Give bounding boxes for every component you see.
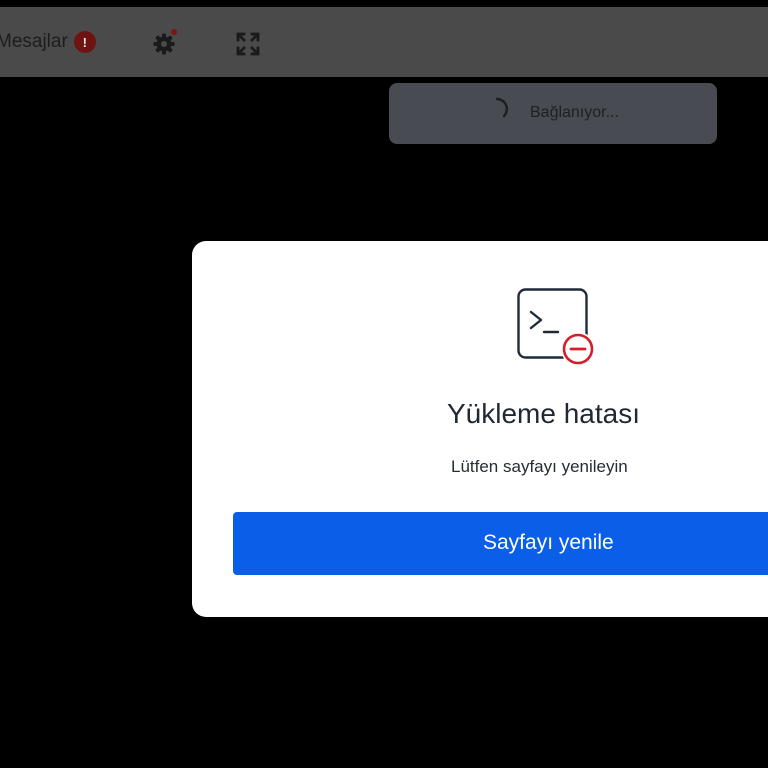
messages-label: Mesajlar xyxy=(0,31,68,52)
messages-badge: ! xyxy=(73,31,96,53)
expand-icon[interactable] xyxy=(235,31,261,57)
settings-notification-dot xyxy=(171,29,177,35)
dialog-subtitle: Lütfen sayfayı yenileyin xyxy=(451,457,628,476)
terminal-error-icon xyxy=(517,288,597,368)
top-toolbar: Mesajlar ! xyxy=(0,7,768,77)
dialog-title: Yükleme hatası xyxy=(447,398,640,429)
messages-button[interactable]: Mesajlar ! xyxy=(0,31,96,53)
reload-page-button[interactable]: Sayfayı yenile xyxy=(233,512,768,575)
connecting-text: Bağlanıyor... xyxy=(530,104,619,121)
loading-spinner-icon xyxy=(484,96,510,122)
gear-icon[interactable] xyxy=(152,29,178,57)
reload-button-label: Sayfayı yenile xyxy=(483,531,614,554)
app-page: Mesajlar ! Bağlanıyor... Yükleme hatası … xyxy=(0,0,768,768)
